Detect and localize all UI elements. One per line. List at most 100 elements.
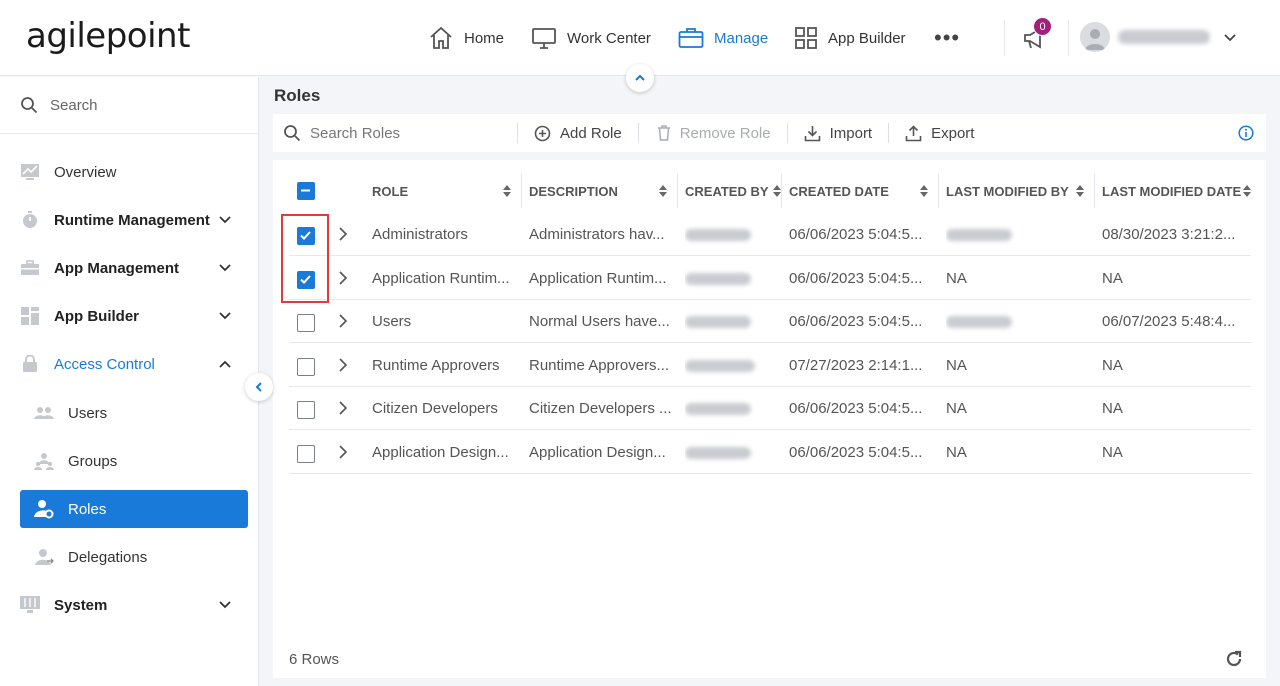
rows-count: 6 Rows [289,651,340,668]
column-header-label: CREATED BY [685,183,769,199]
notification-badge: 0 [1033,17,1052,36]
nav-app-builder[interactable]: App Builder [794,22,906,54]
more-menu-button[interactable]: ••• [934,22,960,54]
nav-work-center[interactable]: Work Center [531,22,651,54]
cell-created-by [685,300,777,343]
cell-created-by [685,213,777,256]
sidebar-item-users[interactable]: Users [20,394,248,432]
table-row[interactable]: Application Design... Application Design.… [289,431,1251,474]
check-icon [300,231,311,240]
row-expand-button[interactable] [337,313,349,333]
table-row[interactable]: Citizen Developers Citizen Developers ...… [289,387,1251,430]
cell-last-modified-by: NA [946,400,967,417]
cell-created-date: 06/06/2023 5:04:5... [789,443,923,461]
search-roles-input[interactable]: Search Roles [273,114,517,152]
column-header-created-by[interactable]: CREATED BY [685,170,781,212]
sidebar-item-runtime-management[interactable]: Runtime Management [20,201,248,239]
select-all-cell [289,170,339,212]
add-role-button[interactable]: Add Role [518,114,638,152]
info-icon[interactable] [1238,125,1254,141]
sidebar-item-app-builder[interactable]: App Builder [20,297,248,335]
toolbox-icon [20,258,40,278]
sidebar-item-label: System [54,596,108,614]
divider [1068,20,1069,56]
row-checkbox[interactable] [297,357,315,376]
column-header-last-modified-by[interactable]: LAST MODIFIED BY [946,170,1094,212]
row-checkbox[interactable] [297,401,315,419]
column-header-role[interactable]: ROLE [372,170,521,212]
sidebar-item-label: Overview [54,163,117,181]
sidebar-search[interactable]: Search [0,77,258,134]
column-header-created-date[interactable]: CREATED DATE [789,170,938,212]
remove-role-button[interactable]: Remove Role [639,114,787,152]
cell-last-modified-date: 06/07/2023 5:48:4... [1102,313,1236,330]
row-checkbox[interactable] [297,227,315,245]
row-expand-button[interactable] [337,444,349,464]
cell-role: Citizen Developers [372,400,498,417]
row-checkbox[interactable] [297,314,315,332]
chevron-down-icon [219,601,231,609]
cell-role: Users [372,313,412,330]
row-checkbox[interactable] [297,270,315,289]
avatar[interactable] [1080,22,1110,52]
table-row[interactable]: Application Runtim... Application Runtim.… [289,257,1251,300]
refresh-button[interactable] [1225,650,1243,673]
sidebar-search-placeholder: Search [50,96,98,114]
sidebar-item-access-control[interactable]: Access Control [20,345,248,383]
column-header-label: CREATED DATE [789,183,889,199]
agilepoint-logo[interactable]: agilepoint [26,16,190,56]
username-blurred[interactable] [1118,30,1210,44]
nav-home[interactable]: Home [428,22,504,54]
trash-icon [657,125,670,141]
home-icon [430,26,452,49]
user-menu-chevron[interactable] [1222,30,1238,51]
chevron-down-icon [1224,34,1236,42]
chevron-right-icon [339,401,348,415]
add-role-label: Add Role [560,124,622,142]
sidebar-item-app-management[interactable]: App Management [20,249,248,287]
sort-icon [1076,185,1084,197]
chevron-left-icon [255,382,262,392]
cell-last-modified-date: NA [1102,443,1123,461]
row-expand-button[interactable] [337,270,349,290]
select-all-checkbox[interactable] [297,182,315,200]
roles-grid: ROLE DESCRIPTION CREATED BY CREATED DATE… [273,160,1266,678]
cell-role: Administrators [372,226,468,243]
sidebar-item-system[interactable]: System [20,586,248,624]
sidebar-item-roles[interactable]: Roles [20,490,248,528]
row-expand-button[interactable] [337,400,349,420]
sidebar-item-delegations[interactable]: Delegations [20,538,248,576]
collapse-sidebar-button[interactable] [245,373,273,401]
chevron-down-icon [219,264,231,272]
cell-created-date: 06/06/2023 5:04:5... [789,269,923,287]
row-expand-button[interactable] [337,357,349,377]
refresh-icon [1226,650,1242,667]
column-header-last-modified-date[interactable]: LAST MODIFIED DATE [1102,170,1251,212]
export-button[interactable]: Export [889,114,990,152]
cell-created-date: 07/27/2023 2:14:1... [789,356,923,374]
row-checkbox[interactable] [297,444,315,463]
import-button[interactable]: Import [788,114,889,152]
search-icon [284,125,301,142]
chevron-right-icon [339,357,348,372]
table-row[interactable]: Administrators Administrators hav... 06/06… [289,213,1251,256]
column-header-label: LAST MODIFIED DATE [1102,183,1242,199]
sidebar-item-label: Groups [68,452,118,470]
cell-last-modified-date: NA [1102,269,1123,287]
nav-manage[interactable]: Manage [678,22,768,54]
row-expand-button[interactable] [337,226,349,246]
column-divider [938,174,939,208]
chart-icon [20,162,40,182]
divider [1004,20,1005,56]
collapse-header-button[interactable] [626,64,654,92]
cell-created-by [685,431,777,474]
add-circle-icon [534,125,551,141]
cell-description: Citizen Developers ... [529,400,672,417]
column-divider [1094,174,1095,208]
column-header-description[interactable]: DESCRIPTION [529,170,677,212]
table-row[interactable]: Runtime Approvers Runtime Approvers... 07/… [289,344,1251,387]
table-row[interactable]: Users Normal Users have... 06/06/2023 5:04… [289,300,1251,343]
sidebar-item-groups[interactable]: Groups [20,442,248,480]
sidebar-item-label: App Management [54,259,180,277]
sidebar-item-overview[interactable]: Overview [20,153,248,191]
